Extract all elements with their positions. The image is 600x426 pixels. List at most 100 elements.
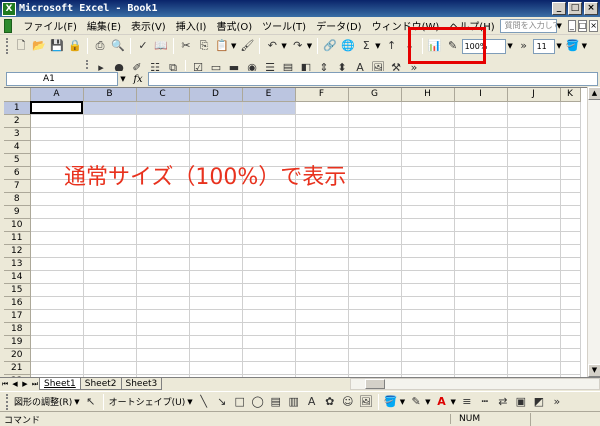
cell-i8[interactable] [454,192,508,206]
cell-f16[interactable] [295,296,349,310]
cell-g10[interactable] [348,218,402,232]
cell-h16[interactable] [401,296,455,310]
cell-a3[interactable] [30,127,84,141]
chevron-down-icon[interactable]: ▼ [187,398,192,406]
cell-b11[interactable] [83,231,137,245]
cell-c3[interactable] [136,127,190,141]
rectangle-icon[interactable]: □ [232,394,248,410]
cell-f17[interactable] [295,309,349,323]
toolbar-options-icon[interactable]: » [549,394,565,410]
column-header-i[interactable]: I [454,88,508,102]
cell-c18[interactable] [136,322,190,336]
cell-f15[interactable] [295,283,349,297]
cell-d19[interactable] [189,335,243,349]
cell-k19[interactable] [560,335,581,349]
cell-i1[interactable] [454,101,508,115]
cell-g18[interactable] [348,322,402,336]
cell-d8[interactable] [189,192,243,206]
cell-g6[interactable] [348,166,402,180]
cell-f12[interactable] [295,244,349,258]
cell-k7[interactable] [560,179,581,193]
3d-style-icon[interactable]: ◩ [531,394,547,410]
cell-f10[interactable] [295,218,349,232]
cell-c9[interactable] [136,205,190,219]
row-header[interactable]: 1 [4,101,31,115]
cell-e9[interactable] [242,205,296,219]
cell-i5[interactable] [454,153,508,167]
cell-g9[interactable] [348,205,402,219]
cell-j14[interactable] [507,270,561,284]
row-header[interactable]: 3 [4,127,31,141]
cell-g20[interactable] [348,348,402,362]
cell-g19[interactable] [348,335,402,349]
cell-k6[interactable] [560,166,581,180]
autoshapes-menu-button[interactable]: オートシェイプ(U) [109,395,186,408]
cell-d3[interactable] [189,127,243,141]
cell-g21[interactable] [348,361,402,375]
cell-j18[interactable] [507,322,561,336]
workbook-icon[interactable] [4,18,13,33]
cell-i21[interactable] [454,361,508,375]
cell-d2[interactable] [189,114,243,128]
cell-b19[interactable] [83,335,137,349]
cell-h7[interactable] [401,179,455,193]
row-header[interactable]: 9 [4,205,31,219]
cell-f21[interactable] [295,361,349,375]
cell-j6[interactable] [507,166,561,180]
cell-d9[interactable] [189,205,243,219]
cell-f19[interactable] [295,335,349,349]
dash-style-icon[interactable]: ┅ [477,394,493,410]
chart-wizard-icon[interactable]: 📊 [427,38,443,54]
cell-j10[interactable] [507,218,561,232]
column-header-c[interactable]: C [136,88,190,102]
font-color-icon[interactable]: A [433,394,449,410]
cell-g15[interactable] [348,283,402,297]
cell-g17[interactable] [348,309,402,323]
excel-app-icon[interactable]: X [2,1,16,16]
fill-color-icon[interactable]: 🪣 [565,38,581,54]
cell-g14[interactable] [348,270,402,284]
toolbar-grip[interactable] [6,38,9,54]
tab-sheet3[interactable]: Sheet3 [120,378,163,390]
worksheet-grid[interactable]: A B C D E F G H I J K 1 2 3 4 5 6 7 8 9 10 11 12 13 14 15 16 17 18 19… [4,87,600,377]
select-all-corner[interactable] [4,88,31,102]
cell-c20[interactable] [136,348,190,362]
cell-a20[interactable] [30,348,84,362]
cell-i19[interactable] [454,335,508,349]
print-icon[interactable]: ⎙ [92,38,108,54]
cell-b16[interactable] [83,296,137,310]
column-header-a[interactable]: A [30,88,84,102]
wordart-icon[interactable]: A [304,394,320,410]
chevron-down-icon[interactable]: ▼ [281,42,286,50]
cell-a9[interactable] [30,205,84,219]
row-header[interactable]: 18 [4,322,31,336]
cell-h11[interactable] [401,231,455,245]
row-header[interactable]: 2 [4,114,31,128]
cell-c16[interactable] [136,296,190,310]
toolbar-options-icon[interactable]: » [516,38,532,54]
chevron-down-icon[interactable]: ▼ [425,398,430,406]
cell-c12[interactable] [136,244,190,258]
select-objects-icon[interactable]: ↖ [83,394,99,410]
cell-k18[interactable] [560,322,581,336]
insert-function-icon[interactable]: fx [128,74,148,85]
cell-e20[interactable] [242,348,296,362]
cell-h14[interactable] [401,270,455,284]
cell-b4[interactable] [83,140,137,154]
cell-c21[interactable] [136,361,190,375]
column-header-g[interactable]: G [348,88,402,102]
cell-d15[interactable] [189,283,243,297]
line-icon[interactable]: ╲ [196,394,212,410]
cell-e14[interactable] [242,270,296,284]
cell-j4[interactable] [507,140,561,154]
chevron-down-icon[interactable]: ▼ [506,39,515,54]
cell-i11[interactable] [454,231,508,245]
tab-sheet2[interactable]: Sheet2 [79,378,122,390]
cell-a11[interactable] [30,231,84,245]
next-sheet-icon[interactable]: ▶ [20,380,30,388]
cell-f13[interactable] [295,257,349,271]
row-header[interactable]: 20 [4,348,31,362]
cell-k10[interactable] [560,218,581,232]
cell-h18[interactable] [401,322,455,336]
permission-icon[interactable]: 🔒 [67,38,83,54]
